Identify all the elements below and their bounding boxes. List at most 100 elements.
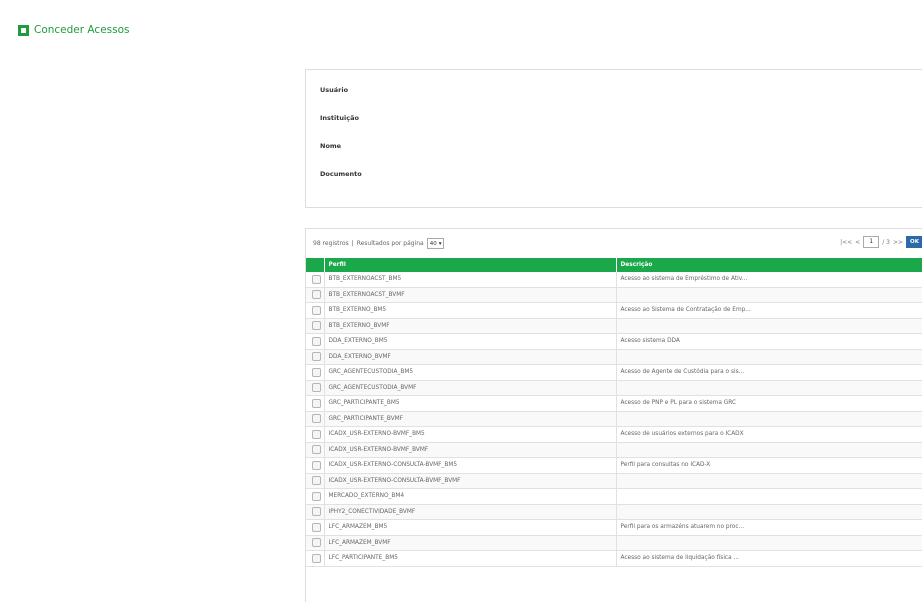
row-select-cell: [306, 364, 325, 381]
row-checkbox[interactable]: [312, 274, 322, 284]
description-cell: [616, 318, 922, 334]
table-row[interactable]: IPHY2_CONECTIVIDADE_BVMF: [306, 504, 922, 520]
table-row[interactable]: LFC_ARMAZEM_BVMF: [306, 535, 922, 551]
profile-cell: GRC_PARTICIPANTE_BVMF: [324, 411, 617, 427]
results-toolbar: 98 registros | Resultados por página 40 …: [306, 229, 922, 257]
institution-field-label: Instituição: [320, 114, 359, 122]
row-checkbox[interactable]: [312, 414, 322, 424]
row-select-cell: [306, 535, 325, 551]
table-row[interactable]: ICADX_USR-EXTERNO-BVMF_BVMF: [306, 442, 922, 458]
name-field-label: Nome: [320, 142, 342, 150]
table-row[interactable]: GRC_PARTICIPANTE_BM5 Acesso de PNP e PL p…: [306, 395, 922, 412]
description-cell: Acesso de Agente de Custódia para o sis.…: [616, 364, 922, 381]
row-select-cell: [306, 349, 325, 365]
table-row[interactable]: DDA_EXTERNO_BM5 Acesso sistema DDA: [306, 333, 922, 350]
row-select-cell: [306, 457, 325, 474]
first-page-button[interactable]: |<<: [840, 239, 852, 246]
table-row[interactable]: GRC_AGENTECUSTODIA_BM5 Acesso de Agente d…: [306, 364, 922, 381]
row-select-cell: [306, 488, 325, 505]
row-select-cell: [306, 426, 325, 443]
row-checkbox[interactable]: [312, 290, 322, 300]
profile-cell: LFC_PARTICIPANTE_BM5: [324, 550, 617, 567]
table-header-row: Perfil Descrição: [306, 258, 922, 272]
row-checkbox[interactable]: [312, 321, 322, 331]
description-cell: [616, 349, 922, 365]
per-page-select[interactable]: 40 ▾: [426, 238, 445, 249]
table-row[interactable]: ICADX_USR-EXTERNO-CONSULTA-BVMF_BM5 Perfi…: [306, 457, 922, 474]
description-cell: [616, 535, 922, 551]
profiles-table: Perfil Descrição BTB_EXTERNOACST_BM5 Aces…: [306, 258, 922, 567]
table-row[interactable]: ICADX_USR-EXTERNO-CONSULTA-BVMF_BVMF: [306, 473, 922, 489]
row-select-cell: [306, 287, 325, 303]
profile-cell: LFC_ARMAZEM_BVMF: [324, 535, 617, 551]
profile-cell: DDA_EXTERNO_BVMF: [324, 349, 617, 365]
next-page-button[interactable]: >>: [893, 239, 903, 246]
profile-cell: ICADX_USR-EXTERNO-CONSULTA-BVMF_BM5: [324, 457, 617, 474]
table-body: BTB_EXTERNOACST_BM5 Acesso ao sistema de …: [306, 272, 922, 567]
profile-cell: MERCADO_EXTERNO_BM4: [324, 488, 617, 505]
row-checkbox[interactable]: [312, 305, 322, 315]
page-number-input[interactable]: 1: [863, 236, 880, 248]
description-column-header[interactable]: Descrição: [616, 258, 922, 272]
row-select-cell: [306, 333, 325, 350]
row-checkbox[interactable]: [312, 383, 322, 393]
prev-page-button[interactable]: <: [855, 239, 860, 246]
profile-cell: LFC_ARMAZEM_BM5: [324, 519, 617, 536]
row-checkbox[interactable]: [312, 398, 322, 408]
row-checkbox[interactable]: [312, 445, 322, 455]
row-checkbox[interactable]: [312, 476, 322, 486]
profile-cell: GRC_AGENTECUSTODIA_BVMF: [324, 380, 617, 396]
select-column-header: [306, 258, 325, 272]
page-header: Conceder Acessos: [18, 23, 130, 37]
description-cell: Acesso ao sistema de Empréstimo de Ativ.…: [616, 272, 922, 288]
row-select-cell: [306, 442, 325, 458]
row-checkbox[interactable]: [312, 522, 322, 532]
profile-cell: DDA_EXTERNO_BM5: [324, 333, 617, 350]
table-row[interactable]: LFC_ARMAZEM_BM5 Perfil para os armazéns a…: [306, 519, 922, 536]
row-checkbox[interactable]: [312, 429, 322, 439]
table-row[interactable]: BTB_EXTERNO_BVMF: [306, 318, 922, 334]
table-row[interactable]: GRC_AGENTECUSTODIA_BVMF: [306, 380, 922, 396]
description-cell: Acesso de usuários externos para o ICADX: [616, 426, 922, 443]
row-checkbox[interactable]: [312, 367, 322, 377]
table-row[interactable]: MERCADO_EXTERNO_BM4: [306, 488, 922, 505]
description-cell: Acesso sistema DDA: [616, 333, 922, 350]
table-row[interactable]: DDA_EXTERNO_BVMF: [306, 349, 922, 365]
row-checkbox[interactable]: [312, 538, 322, 548]
row-select-cell: [306, 380, 325, 396]
row-select-cell: [306, 550, 325, 567]
table-row[interactable]: BTB_EXTERNO_BM5 Acesso ao Sistema de Cont…: [306, 302, 922, 319]
row-select-cell: [306, 504, 325, 520]
document-field-label: Documento: [320, 170, 362, 178]
row-select-cell: [306, 302, 325, 319]
ok-button[interactable]: OK: [906, 236, 922, 248]
description-cell: [616, 473, 922, 489]
profile-cell: ICADX_USR-EXTERNO-BVMF_BM5: [324, 426, 617, 443]
profile-cell: BTB_EXTERNO_BM5: [324, 302, 617, 319]
row-checkbox[interactable]: [312, 460, 322, 470]
row-checkbox[interactable]: [312, 507, 322, 517]
profile-cell: BTB_EXTERNOACST_BVMF: [324, 287, 617, 303]
table-row[interactable]: BTB_EXTERNOACST_BM5 Acesso ao sistema de …: [306, 272, 922, 288]
per-page-value: 40: [429, 240, 437, 247]
table-row[interactable]: BTB_EXTERNOACST_BVMF: [306, 287, 922, 303]
row-select-cell: [306, 395, 325, 412]
records-info: 98 registros | Resultados por página 40 …: [313, 238, 445, 249]
table-row[interactable]: ICADX_USR-EXTERNO-BVMF_BM5 Acesso de usuá…: [306, 426, 922, 443]
profile-column-header[interactable]: Perfil: [324, 258, 617, 272]
profile-cell: GRC_AGENTECUSTODIA_BM5: [324, 364, 617, 381]
row-checkbox[interactable]: [312, 553, 322, 563]
records-separator: |: [351, 240, 354, 247]
table-row[interactable]: GRC_PARTICIPANTE_BVMF: [306, 411, 922, 427]
description-cell: Acesso ao Sistema de Contratação de Emp.…: [616, 302, 922, 319]
row-checkbox[interactable]: [312, 491, 322, 501]
total-pages: / 3: [882, 238, 890, 246]
chevron-down-icon: ▾: [438, 240, 442, 247]
description-cell: [616, 442, 922, 458]
row-select-cell: [306, 272, 325, 288]
grant-access-icon: [18, 24, 29, 36]
table-row[interactable]: LFC_PARTICIPANTE_BM5 Acesso ao sistema de…: [306, 550, 922, 567]
description-cell: [616, 287, 922, 303]
row-checkbox[interactable]: [312, 336, 322, 346]
row-checkbox[interactable]: [312, 352, 322, 362]
